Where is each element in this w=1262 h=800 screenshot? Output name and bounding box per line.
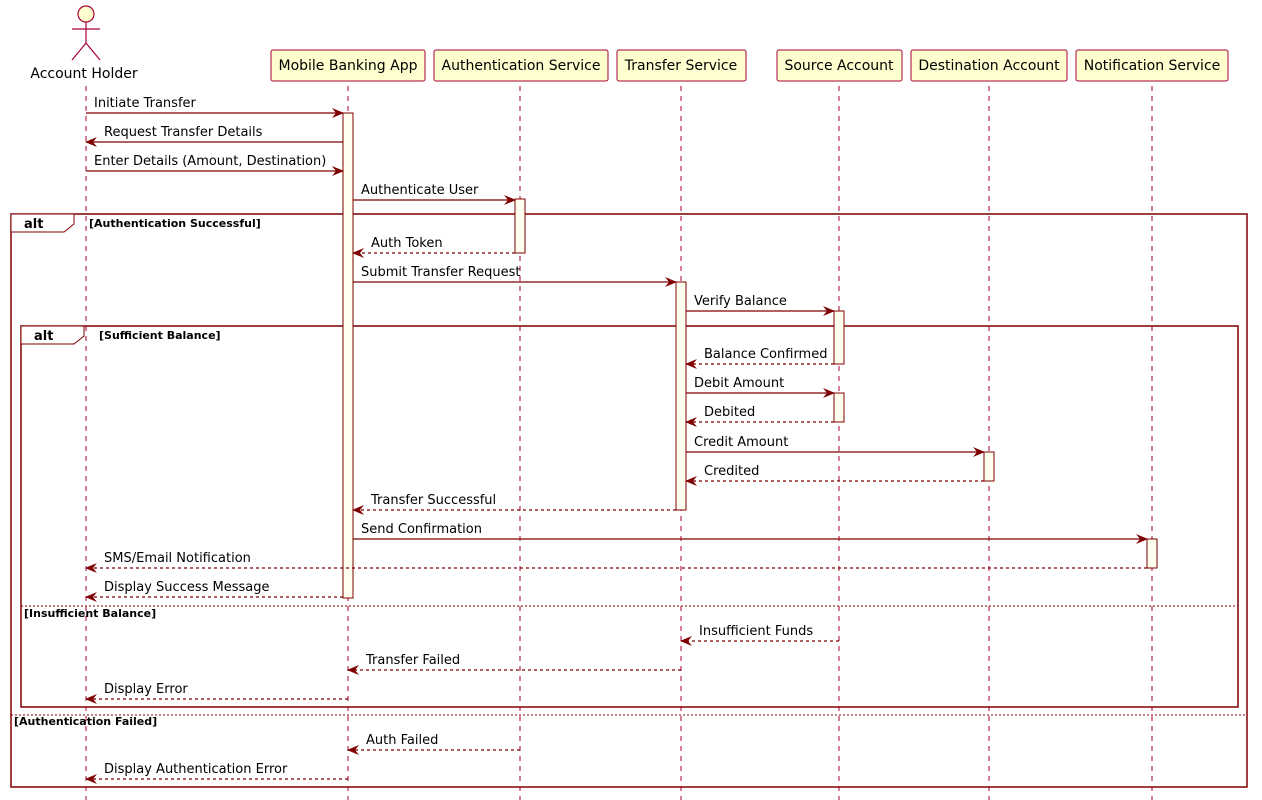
fragment-balance-condition: [Sufficient Balance] — [99, 329, 221, 342]
participant-destination-account: Destination Account — [910, 49, 1068, 82]
participant-account-holder: Account Holder — [30, 5, 138, 82]
message-label-12: Credited — [704, 464, 759, 479]
actor-icon — [71, 5, 101, 61]
fragment-authentication-frame — [10, 213, 1248, 788]
message-label-2: Request Transfer Details — [104, 125, 263, 140]
message-label-9: Debit Amount — [694, 376, 784, 391]
message-label-10: Debited — [704, 405, 755, 420]
message-label-19: Display Error — [104, 682, 188, 697]
fragment-authentication-condition: [Authentication Successful] — [89, 217, 261, 230]
activation-source-debit — [833, 392, 845, 423]
fragment-balance-keyword: alt — [34, 329, 53, 344]
participants: Account Holder Mobile Banking App Authen… — [30, 5, 1229, 82]
message-label-5: Auth Token — [371, 236, 443, 251]
participant-label: Notification Service — [1084, 58, 1221, 74]
lifelines — [85, 86, 1153, 800]
message-label-7: Verify Balance — [694, 294, 787, 309]
participant-label: Source Account — [784, 58, 894, 74]
participant-label: Authentication Service — [442, 58, 601, 74]
fragment-authentication: alt [Authentication Successful] [Authent… — [10, 213, 1248, 788]
fragment-balance-frame — [20, 325, 1239, 708]
participant-mobile-banking-app: Mobile Banking App — [270, 49, 426, 82]
activation-app — [342, 112, 354, 599]
message-label-3: Enter Details (Amount, Destination) — [94, 154, 326, 169]
message-label-21: Display Authentication Error — [104, 762, 288, 777]
message-label-13: Transfer Successful — [370, 493, 496, 508]
message-label-17: Insufficient Funds — [699, 624, 813, 639]
activation-notify — [1146, 538, 1158, 569]
sequence-diagram: alt [Authentication Successful] [Authent… — [10, 5, 1248, 800]
activation-auth — [514, 198, 526, 254]
message-label-8: Balance Confirmed — [704, 347, 827, 362]
message-label-11: Credit Amount — [694, 435, 788, 450]
fragment-balance-else-condition: [Insufficient Balance] — [24, 607, 156, 620]
participant-source-account: Source Account — [776, 49, 903, 82]
participant-notification-service: Notification Service — [1075, 49, 1229, 82]
messages: Initiate Transfer Request Transfer Detail… — [85, 96, 1148, 784]
activation-source-verify — [833, 310, 845, 365]
participant-label: Account Holder — [30, 66, 137, 82]
message-label-15: SMS/Email Notification — [104, 551, 251, 566]
message-label-6: Submit Transfer Request — [361, 265, 520, 280]
activation-dest — [983, 451, 995, 482]
message-label-14: Send Confirmation — [361, 522, 482, 537]
participant-transfer-service: Transfer Service — [616, 49, 747, 82]
message-label-18: Transfer Failed — [365, 653, 460, 668]
message-label-20: Auth Failed — [366, 733, 438, 748]
message-label-16: Display Success Message — [104, 580, 270, 595]
participant-label: Transfer Service — [624, 58, 738, 74]
activation-transfer — [675, 281, 687, 511]
participant-label: Mobile Banking App — [279, 58, 418, 74]
fragment-authentication-keyword: alt — [24, 217, 43, 232]
message-label-4: Authenticate User — [361, 183, 479, 198]
participant-authentication-service: Authentication Service — [433, 49, 609, 82]
participant-label: Destination Account — [918, 58, 1060, 74]
message-label-1: Initiate Transfer — [94, 96, 197, 111]
fragment-balance: alt [Sufficient Balance] [Insufficient B… — [20, 325, 1239, 708]
